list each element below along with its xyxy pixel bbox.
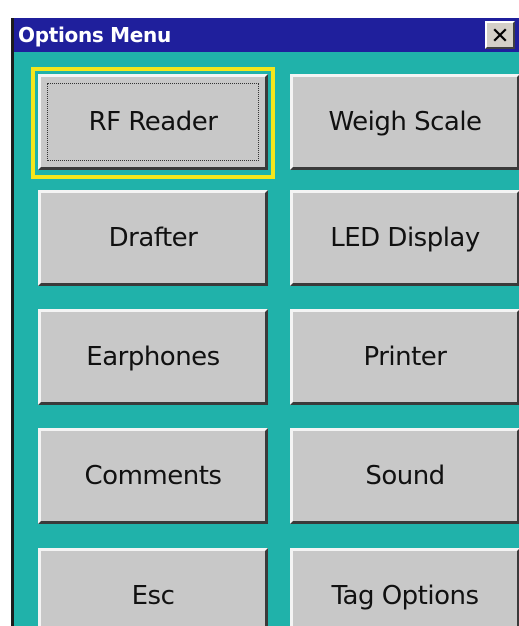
earphones-label: Earphones: [86, 342, 220, 372]
comments-button[interactable]: Comments: [38, 428, 268, 524]
led-display-label: LED Display: [330, 223, 480, 253]
options-menu-window: Options Menu RF Reader Weigh Scale Draft…: [11, 18, 519, 626]
window-title: Options Menu: [18, 23, 171, 47]
focus-dotted-outline: [47, 83, 259, 161]
drafter-label: Drafter: [108, 223, 198, 253]
earphones-button[interactable]: Earphones: [38, 309, 268, 405]
esc-button[interactable]: Esc: [38, 548, 268, 626]
rf-reader-button[interactable]: RF Reader: [38, 74, 268, 170]
title-bar: Options Menu: [14, 18, 519, 52]
printer-button[interactable]: Printer: [290, 309, 519, 405]
tag-options-button[interactable]: Tag Options: [290, 548, 519, 626]
weigh-scale-label: Weigh Scale: [328, 107, 482, 137]
comments-label: Comments: [84, 461, 222, 491]
drafter-button[interactable]: Drafter: [38, 190, 268, 286]
sound-button[interactable]: Sound: [290, 428, 519, 524]
led-display-button[interactable]: LED Display: [290, 190, 519, 286]
printer-label: Printer: [363, 342, 448, 372]
close-button[interactable]: [485, 21, 515, 49]
esc-label: Esc: [131, 581, 175, 611]
weigh-scale-button[interactable]: Weigh Scale: [290, 74, 519, 170]
close-icon: [493, 28, 507, 42]
tag-options-label: Tag Options: [331, 581, 479, 611]
sound-label: Sound: [365, 461, 445, 491]
